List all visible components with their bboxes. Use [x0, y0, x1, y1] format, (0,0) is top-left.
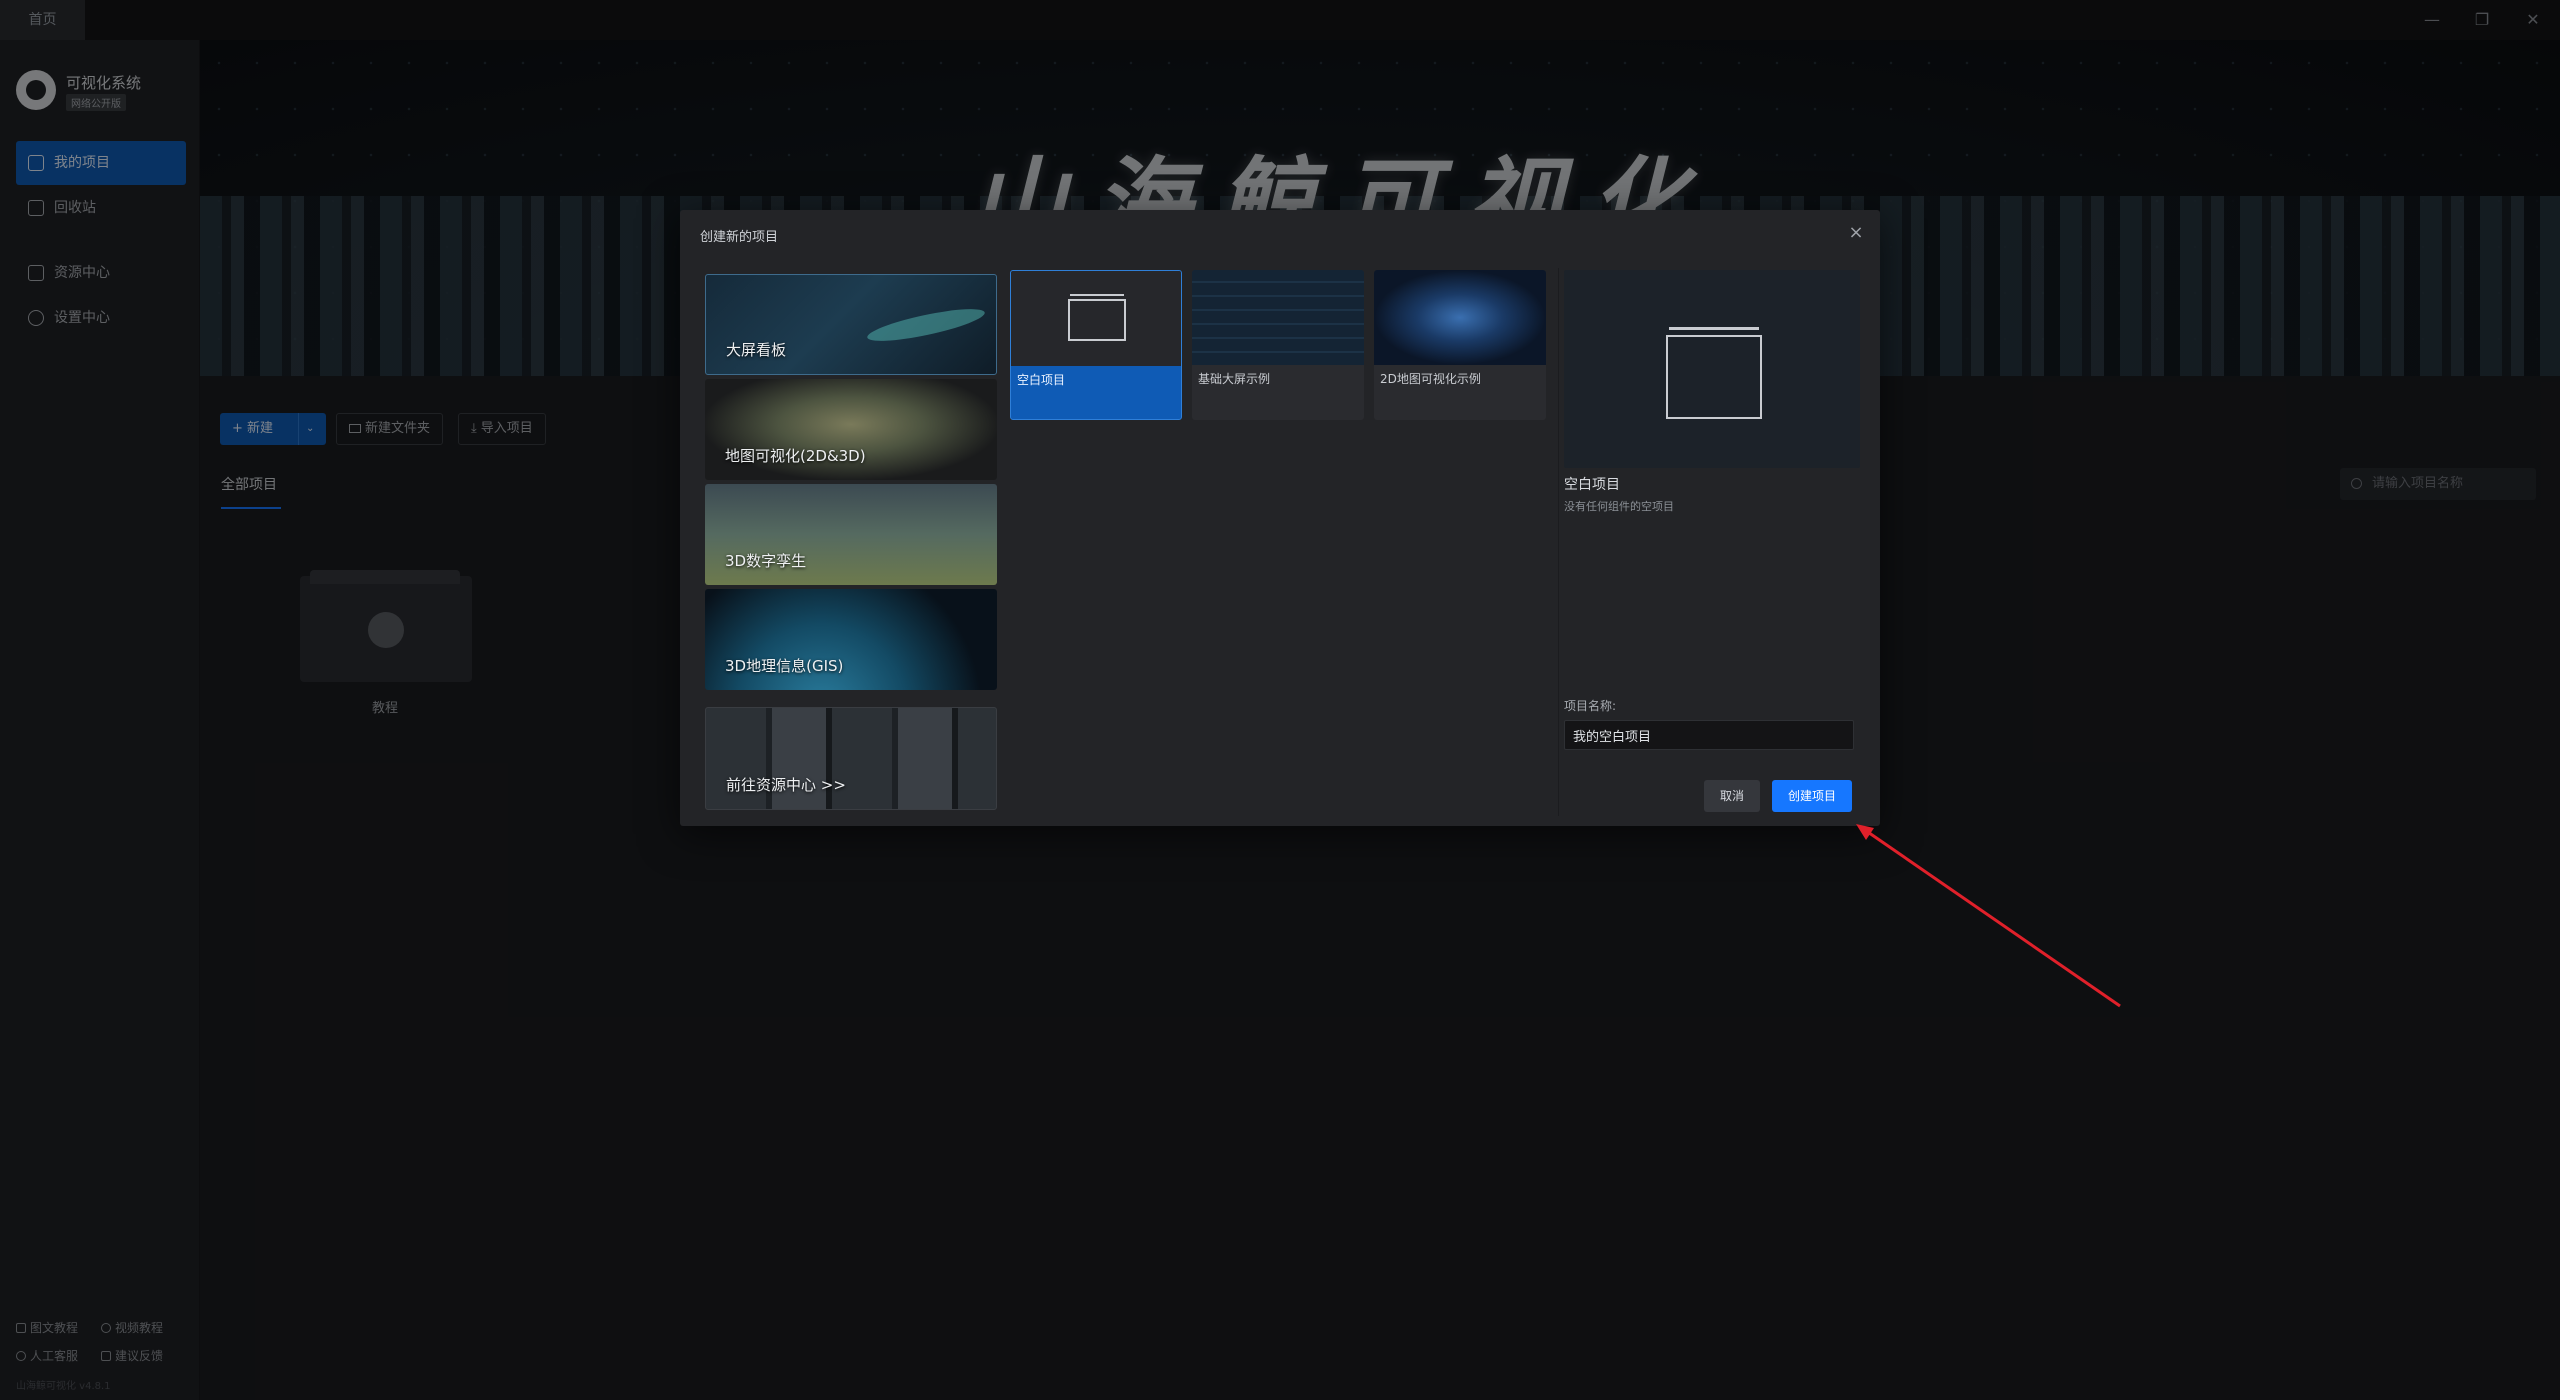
arrow-head: [1856, 824, 1874, 840]
arrow-line: [1861, 826, 2121, 1008]
annotation-arrow: [1856, 824, 2121, 1008]
